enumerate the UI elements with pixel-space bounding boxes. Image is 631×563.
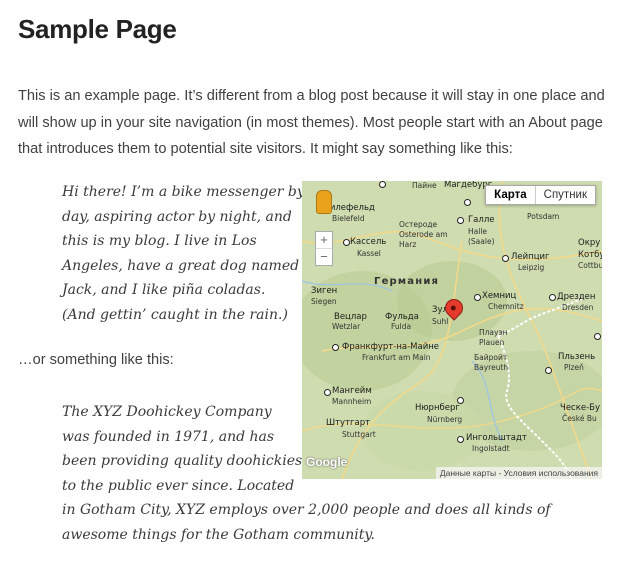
- map-attribution: Данные карты - Условия использования: [435, 467, 602, 479]
- map-city-marker: [457, 436, 464, 443]
- map-type-satellite-button[interactable]: Спутник: [536, 186, 595, 204]
- quote-line: this is my blog. I live in Los: [62, 233, 257, 249]
- map-city-marker: [594, 333, 601, 340]
- map-sublabel: České Bu: [562, 414, 597, 423]
- quote-line: Hi there! I’m a bike messenger by: [62, 184, 305, 200]
- map-label-kassel: Кассель: [350, 237, 387, 247]
- zoom-in-button[interactable]: +: [316, 232, 332, 248]
- map-sublabel: Wetzlar: [332, 322, 361, 331]
- zoom-out-button[interactable]: −: [316, 248, 332, 265]
- map-sublabel: Bayreuth: [474, 363, 509, 372]
- map-sublabel: Plauen: [479, 338, 505, 347]
- map-sublabel: Fulda: [391, 322, 412, 331]
- map-city-marker: [457, 217, 464, 224]
- page-title: Sample Page: [18, 14, 177, 44]
- map-label-nuremberg: Нюрнберг: [415, 403, 460, 413]
- map-label-peine: Пайне: [412, 181, 437, 190]
- map-label-cottbus: Котбу: [578, 250, 602, 260]
- quote-line: Angeles, have a great dog named: [62, 257, 300, 274]
- map-country-label: Германия: [374, 276, 440, 287]
- map-sublabel: Dresden: [562, 303, 594, 312]
- map-sublabel: Kassel: [357, 249, 381, 258]
- map-label-bayreuth: Байройт: [474, 353, 508, 362]
- map-city-marker: [549, 294, 556, 301]
- map-label-fulda: Фульда: [385, 312, 419, 322]
- map-sublabel: Leipzig: [518, 263, 545, 272]
- map-label-ceske-budejovice: Ческе-Бу: [560, 403, 601, 413]
- map-type-map-button[interactable]: Карта: [486, 186, 536, 204]
- embedded-map[interactable]: Билефельд Bielefeld Пайне Магдебург Осте…: [302, 181, 602, 479]
- map-label-dresden: Дрезден: [557, 292, 596, 302]
- map-sublabel: Halle (Saale): [468, 227, 495, 246]
- quote-line: (And gettin’ caught in the rain.): [62, 306, 288, 323]
- map-label-leipzig: Лейпциг: [511, 252, 550, 262]
- separator-text: …or something like this:: [18, 352, 174, 368]
- quote-line: awesome things for the Gotham community.: [62, 526, 375, 543]
- map-sublabel: Bielefeld: [332, 214, 365, 223]
- map-city-marker: [324, 389, 331, 396]
- quote-line: Jack, and I like piña coladas.: [62, 282, 266, 298]
- map-city-marker: [474, 294, 481, 301]
- google-logo[interactable]: Google: [306, 455, 347, 469]
- map-sublabel: Suhl: [432, 317, 449, 326]
- terms-of-use-link[interactable]: Условия использования: [504, 468, 598, 478]
- zoom-control: + −: [315, 231, 333, 266]
- map-label-potsdam: Potsdam: [527, 212, 560, 221]
- map-label-plauen: Плауэн: [479, 328, 508, 337]
- map-label-plzen: Пльзень: [558, 352, 596, 362]
- map-label-wetzlar: Вецлар: [334, 312, 367, 322]
- map-label-okru: Окру: [578, 238, 601, 248]
- map-sublabel: Plzeň: [564, 363, 584, 372]
- quote-line: day, aspiring actor by night, and: [62, 208, 292, 225]
- map-city-marker: [464, 199, 471, 206]
- map-label-ingolstadt: Ингольштадт: [466, 433, 527, 443]
- map-sublabel: Frankfurt am Main: [362, 353, 431, 362]
- map-sublabel: Siegen: [311, 297, 337, 306]
- quote-bike-messenger: Hi there! I’m a bike messenger by day, a…: [62, 180, 305, 327]
- map-city-marker: [343, 239, 350, 246]
- map-label-siegen: Зиген: [311, 286, 338, 296]
- map-city-marker: [379, 181, 386, 188]
- map-sublabel: Osterode am Harz: [399, 230, 448, 249]
- map-city-marker: [332, 344, 339, 351]
- map-sublabel: Ingolstadt: [472, 444, 510, 453]
- map-sublabel: Nürnberg: [427, 415, 463, 424]
- map-label-chemnitz: Хемниц: [482, 291, 517, 301]
- attribution-separator: -: [496, 468, 504, 478]
- map-data-link[interactable]: Данные карты: [440, 468, 496, 478]
- map-label-stuttgart: Штутгарт: [326, 418, 371, 428]
- map-city-marker: [545, 367, 552, 374]
- intro-paragraph: This is an example page. It’s different …: [18, 88, 605, 157]
- map-sublabel: Stuttgart: [342, 430, 376, 439]
- map-type-control: Карта Спутник: [485, 185, 596, 205]
- map-label-mannheim: Мангейм: [332, 386, 372, 396]
- map-sublabel: Mannheim: [332, 397, 372, 406]
- street-view-pegman-icon[interactable]: [316, 190, 332, 214]
- map-sublabel: Cottbu: [578, 261, 602, 270]
- map-sublabel: Chemnitz: [488, 302, 524, 311]
- quote-line: in Gotham City, XYZ employs over 2,000 p…: [62, 502, 551, 518]
- map-city-marker: [502, 255, 509, 262]
- map-label-osterode: Остероде: [399, 220, 438, 229]
- map-label-frankfurt: Франкфурт-на-Майне: [342, 342, 440, 352]
- map-city-marker: [457, 397, 464, 404]
- map-label-halle: Галле: [468, 215, 495, 225]
